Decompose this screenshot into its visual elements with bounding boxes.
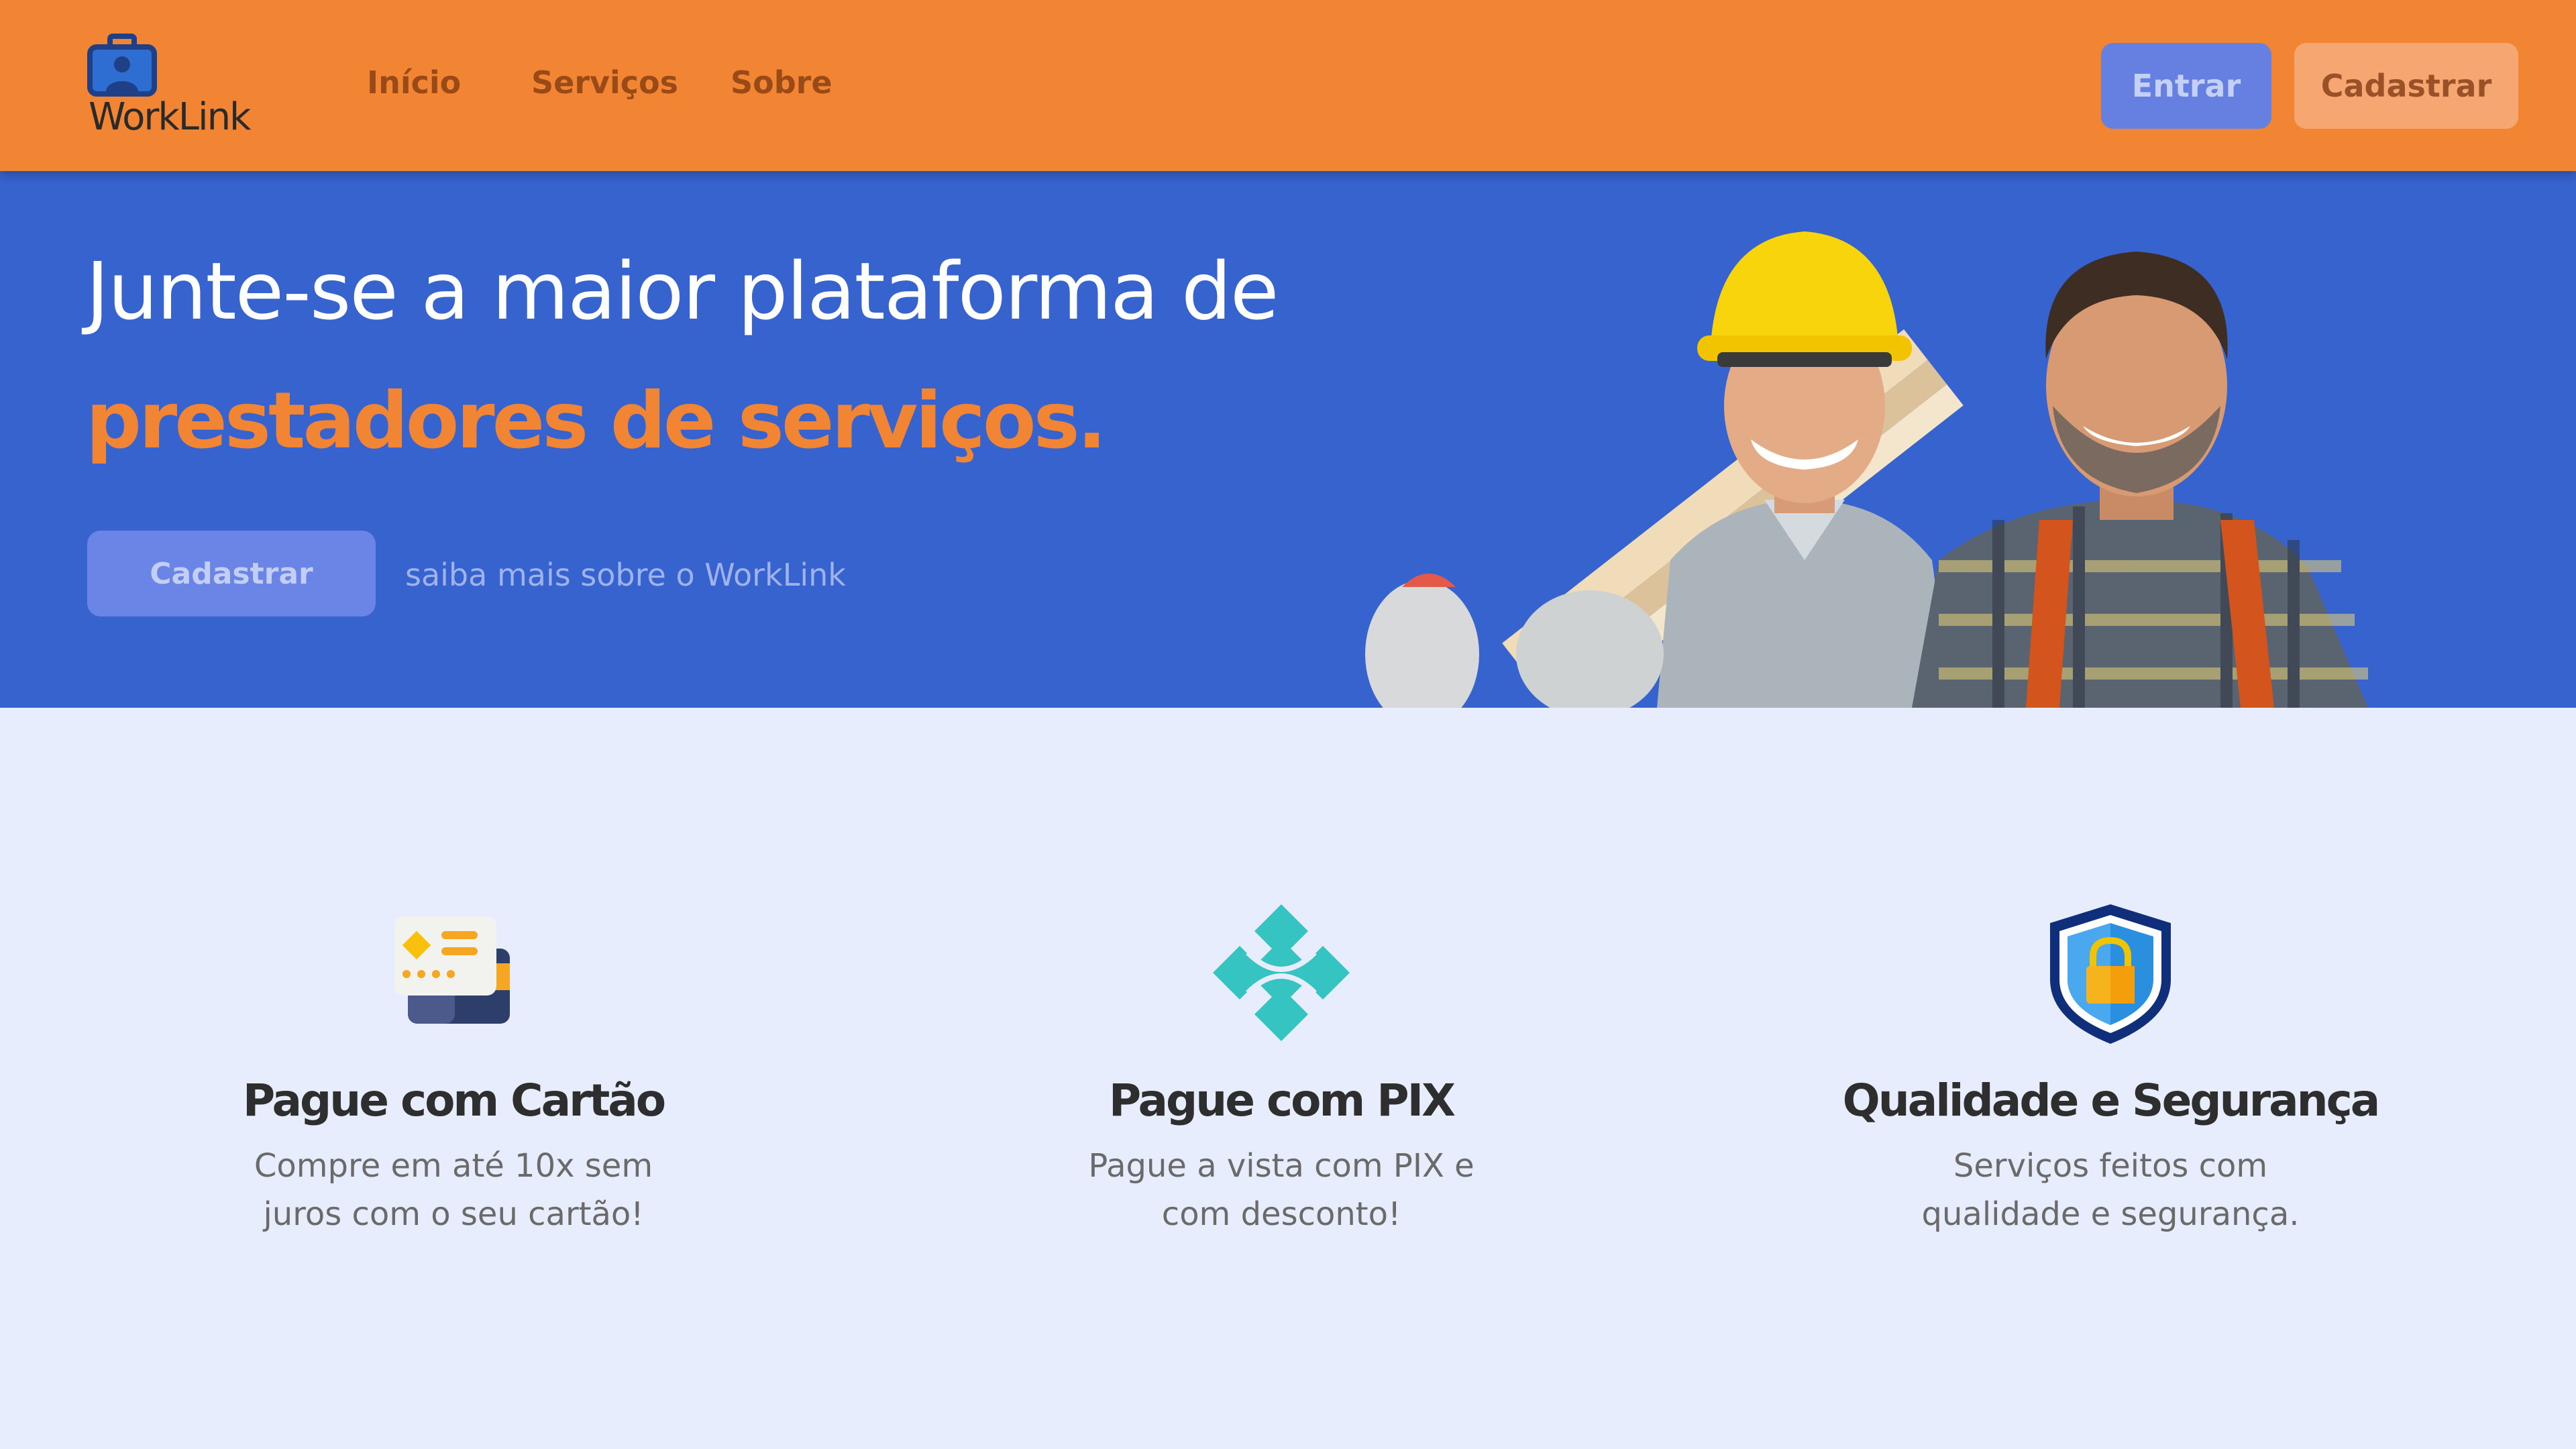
feature-title: Qualidade e Segurança	[1842, 1075, 2381, 1126]
feature-description: Pague a vista com PIX e com desconto!	[912, 1142, 1650, 1238]
feature-description-line: Compre em até 10x sem	[254, 1147, 653, 1185]
feature-description-line: Serviços feitos com	[1953, 1147, 2268, 1185]
feature-title: Pague com PIX	[1108, 1075, 1456, 1126]
brand-name: WorkLink	[89, 95, 251, 139]
hero-signup-button[interactable]: Cadastrar	[87, 531, 376, 616]
feature-description-line: Pague a vista com PIX e	[1088, 1147, 1474, 1185]
hero-banner: Junte-se a maior plataforma de prestador…	[0, 171, 2576, 708]
feature-description-line: juros com o seu cartão!	[263, 1195, 644, 1233]
pix-icon	[1213, 904, 1350, 1041]
feature-description: Compre em até 10x sem juros com o seu ca…	[85, 1142, 822, 1238]
worklink-logo[interactable]: WorkLink	[87, 34, 268, 141]
nav-link-sobre[interactable]: Sobre	[731, 64, 833, 101]
feature-description: Serviços feitos com qualidade e seguranç…	[1741, 1142, 2479, 1238]
workers-photo	[1365, 231, 2368, 708]
hero-title-line1: Junte-se a maior plataforma de	[86, 245, 1279, 337]
credit-card-icon	[394, 916, 510, 1024]
top-navbar: WorkLink Início Serviços Sobre Entrar Ca…	[0, 0, 2576, 171]
feature-description-line: qualidade e segurança.	[1921, 1195, 2300, 1233]
learn-more-link[interactable]: saiba mais sobre o WorkLink	[405, 557, 846, 593]
nav-link-inicio[interactable]: Início	[367, 64, 461, 101]
signup-button[interactable]: Cadastrar	[2294, 43, 2518, 129]
nav-link-servicos[interactable]: Serviços	[531, 64, 678, 101]
login-button[interactable]: Entrar	[2101, 43, 2271, 129]
hero-title-highlight: prestadores de serviços.	[86, 376, 1107, 466]
feature-description-line: com desconto!	[1161, 1195, 1401, 1233]
feature-title: Pague com Cartão	[242, 1075, 666, 1126]
briefcase-user-icon	[87, 34, 157, 97]
security-shield-icon	[2050, 904, 2171, 1044]
